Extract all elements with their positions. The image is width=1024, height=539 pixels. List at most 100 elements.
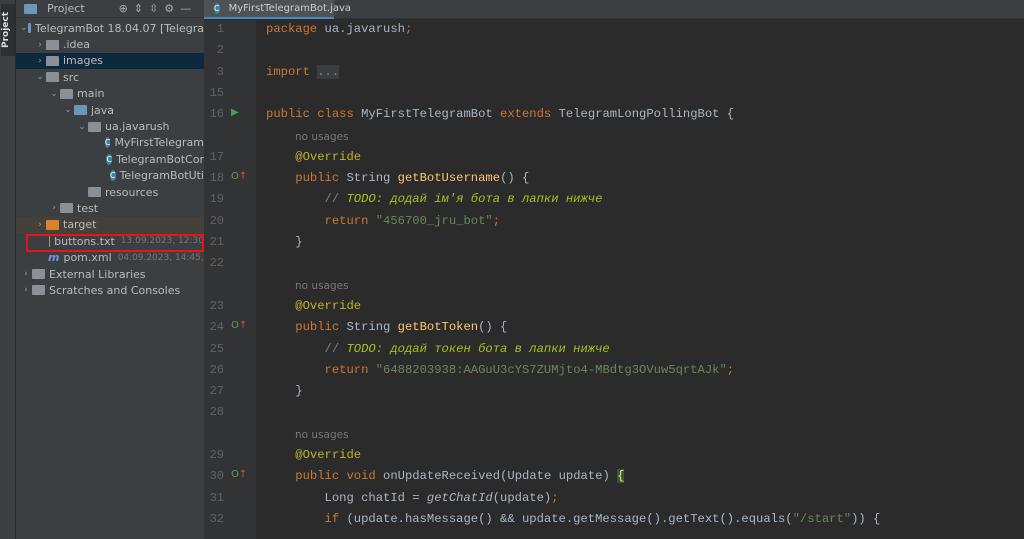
project-view-icon [24, 3, 37, 14]
tree-item[interactable]: ⌄ java [16, 102, 204, 118]
code-token: { [617, 469, 625, 484]
chevron-icon[interactable]: ⌄ [76, 122, 88, 132]
usages-hint[interactable]: no usages [295, 429, 349, 441]
code-token: getChatId [426, 490, 493, 505]
code-token: // [266, 341, 347, 356]
code-token: )) { [851, 511, 881, 526]
gear-icon[interactable]: ⚙ [164, 2, 174, 15]
tree-item[interactable]: › target [16, 216, 204, 234]
line-number: 17 [209, 149, 224, 164]
tree-item[interactable]: ⌄ ua.javarush [16, 118, 204, 134]
project-tool-button[interactable]: Project [1, 4, 15, 56]
tree-item-label: MyFirstTelegram [114, 136, 204, 150]
chevron-icon[interactable]: › [20, 285, 32, 295]
expand-all-icon[interactable]: ⇕ [134, 2, 143, 15]
code-token: extends [500, 107, 559, 122]
tree-item-label: main [77, 87, 105, 101]
run-icon[interactable]: ▶ [231, 107, 239, 118]
line-number: 28 [209, 405, 224, 420]
chevron-icon[interactable]: › [34, 40, 46, 50]
scratch-icon [32, 285, 45, 296]
line-number: 29 [209, 448, 224, 462]
override-icon[interactable]: O↑ [231, 171, 247, 182]
maven-icon: m [48, 251, 60, 265]
java-class-icon: C [109, 170, 116, 182]
tree-item[interactable]: ⌄ TelegramBot 18.04.07 [Telegra [16, 20, 204, 36]
project-tree: ⌄ TelegramBot 18.04.07 [Telegra › .idea › ima… [16, 20, 204, 299]
package-icon [88, 121, 101, 132]
line-number: 15 [209, 85, 224, 100]
code-line: if (update.hasMessage() && update.getMes… [266, 511, 881, 526]
code-line: public void onUpdateReceived(Update upda… [266, 469, 625, 484]
code-line: return "456700_jru_bot"; [266, 213, 501, 228]
project-panel-header: Project ⊕ ⇕ ⇳ ⚙ — [16, 0, 204, 18]
code-token: return [266, 362, 376, 377]
tree-item[interactable]: C TelegramBotUti [16, 168, 204, 184]
tree-item[interactable]: C MyFirstTelegram [16, 135, 204, 151]
code-token: (update) [492, 490, 552, 505]
code-token: ... [317, 64, 340, 79]
code-token: String [346, 320, 398, 335]
tree-item-label: src [63, 70, 80, 84]
java-class-icon: C [106, 153, 113, 165]
tree-item[interactable]: › Scratches and Consoles [16, 282, 204, 298]
code-line: // TODO: додай ім'я бота в лапки нижче [266, 192, 603, 206]
chevron-icon[interactable]: ⌄ [34, 72, 46, 82]
code-token: () { [500, 171, 530, 186]
tree-item[interactable]: › test [16, 200, 204, 216]
tree-item-label: TelegramBot 18.04.07 [Telegra [35, 21, 204, 35]
line-number: 30 [209, 469, 224, 484]
code-token: return [266, 213, 376, 228]
code-token: ; [726, 362, 735, 377]
chevron-icon[interactable]: ⌄ [20, 23, 28, 33]
usages-hint[interactable]: no usages [295, 131, 349, 143]
project-panel-title[interactable]: Project [47, 2, 85, 15]
code-token: } [266, 235, 303, 249]
module-icon [27, 23, 32, 34]
tree-item[interactable]: C TelegramBotCor [16, 151, 204, 167]
tab-label: MyFirstTelegramBot.java [228, 3, 352, 14]
override-icon[interactable]: O↑ [231, 469, 247, 480]
chevron-icon[interactable]: › [34, 220, 46, 230]
line-number: 26 [209, 362, 224, 377]
tree-item-label: .idea [63, 38, 91, 52]
override-icon[interactable]: O↑ [231, 320, 247, 331]
tree-item[interactable]: resources [16, 184, 204, 200]
tab-myfirsttelegrambot[interactable]: C MyFirstTelegramBot.java [204, 0, 351, 19]
chevron-icon[interactable]: › [34, 56, 46, 66]
code-token: TODO: додай токен бота в лапки нижче [346, 341, 610, 356]
code-line: @Override [266, 150, 361, 164]
line-number: 23 [209, 298, 224, 313]
line-number: 3 [216, 64, 224, 79]
code-token: (Update update) [500, 469, 618, 484]
tree-item[interactable]: › .idea [16, 36, 204, 52]
code-token: ; [404, 22, 413, 36]
code-token: "6488203938:AAGuU3cYS7ZUMjto4-MBdtg3OVuw… [375, 362, 727, 377]
tree-item-label: pom.xml [63, 251, 112, 265]
minimize-icon[interactable]: — [180, 2, 191, 15]
tree-item[interactable]: › images [16, 52, 204, 70]
chevron-icon[interactable]: › [48, 203, 60, 213]
code-line: import ... [266, 64, 340, 79]
chevron-icon[interactable]: ⌄ [48, 89, 60, 99]
locate-icon[interactable]: ⊕ [119, 2, 128, 15]
code-line: public class MyFirstTelegramBot extends … [266, 107, 734, 121]
chevron-icon[interactable]: ⌄ [62, 105, 74, 115]
code-token: @Override [266, 149, 362, 164]
code-line: public String getBotUsername() { [266, 171, 529, 185]
tree-item[interactable]: ⌄ main [16, 86, 204, 102]
code-token: public [266, 320, 347, 335]
tree-item[interactable]: ⌄ src [16, 69, 204, 85]
usages-hint[interactable]: no usages [295, 280, 349, 292]
folder-blue-icon [74, 105, 87, 116]
line-number: 24 [209, 320, 224, 335]
code-token: () { [478, 320, 508, 335]
code-token: getBotUsername [397, 171, 501, 186]
chevron-icon[interactable]: › [20, 269, 32, 279]
tree-item-label: images [63, 54, 103, 68]
tree-item[interactable]: › External Libraries [16, 266, 204, 282]
line-number: 18 [209, 171, 224, 186]
code-token: ; [551, 490, 559, 505]
code-line: Long chatId = getChatId(update); [266, 491, 559, 505]
collapse-all-icon[interactable]: ⇳ [149, 2, 158, 15]
